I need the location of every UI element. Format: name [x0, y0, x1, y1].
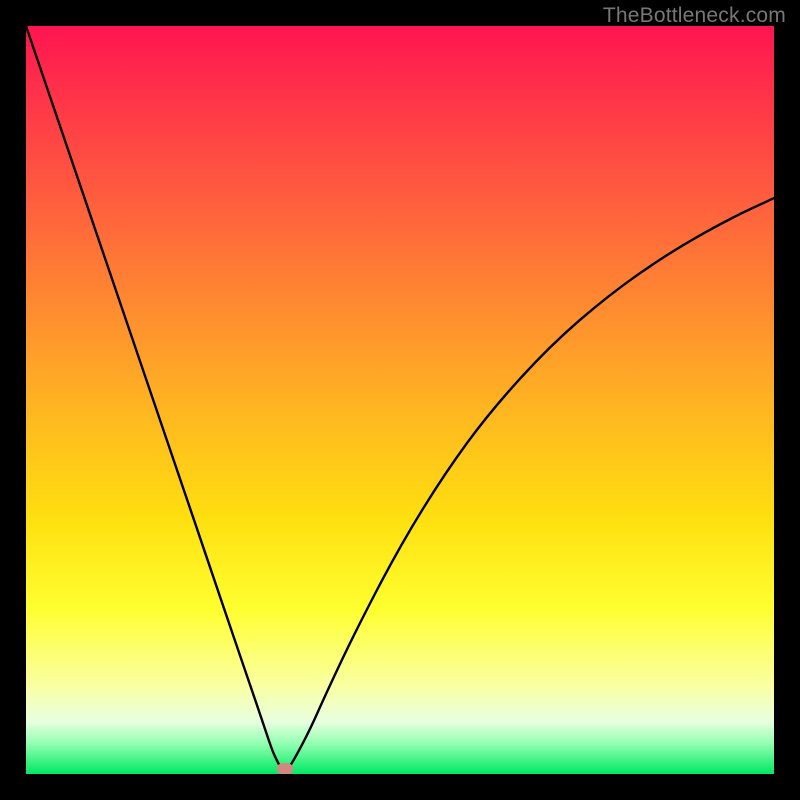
- optimum-marker-icon: [277, 763, 293, 774]
- chart-frame: TheBottleneck.com: [0, 0, 800, 800]
- bottleneck-curve: [26, 26, 774, 774]
- watermark-text: TheBottleneck.com: [603, 4, 786, 28]
- plot-area: [26, 26, 774, 774]
